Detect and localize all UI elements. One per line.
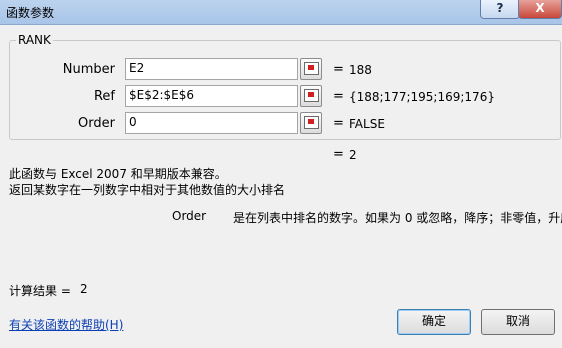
number-field-box bbox=[125, 58, 298, 80]
ok-button[interactable]: 确定 bbox=[397, 309, 471, 335]
arg-help-name: Order bbox=[172, 209, 207, 223]
calc-result-label: 计算结果 = bbox=[9, 284, 71, 298]
ref-label: Ref bbox=[93, 89, 115, 104]
ref-field[interactable] bbox=[126, 86, 297, 104]
ref-equals: = bbox=[333, 89, 344, 104]
overall-equals: = bbox=[333, 147, 344, 162]
window-title: 函数参数 bbox=[6, 6, 55, 20]
overall-result: 2 bbox=[349, 148, 357, 162]
number-field[interactable] bbox=[126, 59, 297, 77]
number-range-picker-button[interactable] bbox=[300, 58, 322, 80]
number-label: Number bbox=[62, 62, 115, 77]
number-equals: = bbox=[333, 62, 344, 77]
ref-result: {188;177;195;169;176} bbox=[349, 90, 495, 104]
help-title-button[interactable]: ? bbox=[480, 0, 520, 19]
order-label: Order bbox=[78, 116, 115, 131]
ref-field-box bbox=[125, 85, 298, 107]
order-range-picker-button[interactable] bbox=[300, 112, 322, 134]
collapse-dialog-icon-mark bbox=[308, 92, 314, 97]
title-bar: 函数参数 ? X bbox=[0, 0, 562, 25]
order-result: FALSE bbox=[349, 117, 385, 131]
function-help-link[interactable]: 有关该函数的帮助(H) bbox=[9, 316, 123, 333]
function-name: RANK bbox=[16, 33, 53, 47]
compat-note: 此函数与 Excel 2007 和早期版本兼容。 bbox=[9, 167, 227, 181]
collapse-dialog-icon-mark bbox=[308, 119, 314, 124]
function-arguments-dialog: 函数参数 ? X RANK Number = 188 Ref = {188;17… bbox=[0, 0, 562, 348]
order-equals: = bbox=[333, 116, 344, 131]
calc-result-value: 2 bbox=[80, 282, 88, 296]
cancel-button[interactable]: 取消 bbox=[481, 309, 555, 335]
arg-help-text: 是在列表中排名的数字。如果为 0 或忽略，降序；非零值，升序 bbox=[233, 211, 562, 225]
order-field-box bbox=[125, 112, 298, 134]
number-result: 188 bbox=[349, 63, 372, 77]
collapse-dialog-icon-mark bbox=[308, 65, 314, 70]
order-field[interactable] bbox=[126, 113, 297, 131]
ref-range-picker-button[interactable] bbox=[300, 85, 322, 107]
function-description: 返回某数字在一列数字中相对于其他数值的大小排名 bbox=[9, 183, 286, 197]
close-button[interactable]: X bbox=[518, 0, 562, 19]
